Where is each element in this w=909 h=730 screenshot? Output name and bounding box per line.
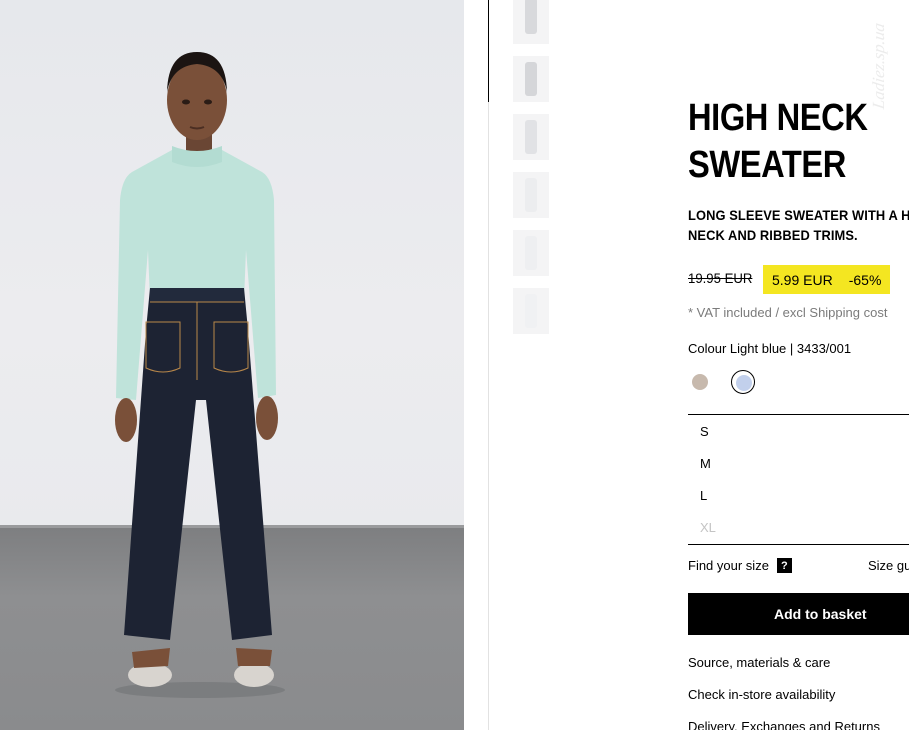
size-guide-link[interactable]: Size gu bbox=[868, 558, 909, 573]
watermark: Ladiez.sp.ua bbox=[869, 6, 904, 126]
thumbnail-4[interactable] bbox=[513, 172, 549, 218]
product-description-line-2: NECK AND RIBBED TRIMS. bbox=[688, 227, 858, 243]
price-row: 19.95 EUR 5.99 EUR -65% bbox=[688, 265, 909, 294]
thumbnail-2[interactable] bbox=[513, 56, 549, 102]
thumbnail-figure bbox=[525, 120, 537, 154]
add-to-basket-button[interactable]: Add to basket bbox=[688, 593, 909, 635]
product-title-line-2: SWEATER bbox=[688, 144, 846, 186]
product-photo[interactable] bbox=[0, 0, 464, 730]
swatch-dot bbox=[692, 374, 708, 390]
sale-price-badge: 5.99 EUR -65% bbox=[763, 265, 891, 294]
product-description-line-1: LONG SLEEVE SWEATER WITH A HI bbox=[688, 207, 909, 223]
size-option-l[interactable]: L bbox=[700, 488, 707, 503]
thumbnail-figure bbox=[525, 294, 537, 328]
thumbnail-3[interactable] bbox=[513, 114, 549, 160]
gallery-scroll-indicator bbox=[488, 0, 489, 102]
watermark-text: Ladiez.sp.ua bbox=[868, 21, 888, 111]
source-materials-care-link[interactable]: Source, materials & care bbox=[688, 655, 830, 670]
swatch-beige[interactable] bbox=[688, 370, 712, 394]
thumbnail-1[interactable] bbox=[513, 0, 549, 44]
product-title: HIGH NECK SWEATER bbox=[688, 95, 894, 189]
gallery-divider bbox=[488, 102, 489, 730]
discount-percent: -65% bbox=[848, 271, 882, 288]
colour-info: Colour Light blue | 3433/001 bbox=[688, 341, 852, 356]
vat-note: * VAT included / excl Shipping cost bbox=[688, 305, 888, 320]
thumbnail-figure bbox=[525, 178, 537, 212]
delivery-exchanges-returns-link[interactable]: Delivery, Exchanges and Returns bbox=[688, 719, 880, 730]
check-in-store-availability-link[interactable]: Check in-store availability bbox=[688, 687, 835, 702]
product-title-line-1: HIGH NECK bbox=[688, 97, 868, 139]
size-option-m[interactable]: M bbox=[700, 456, 711, 471]
find-your-size-label: Find your size bbox=[688, 558, 769, 573]
product-description: LONG SLEEVE SWEATER WITH A HI NECK AND R… bbox=[688, 205, 909, 245]
size-option-s[interactable]: S bbox=[700, 424, 709, 439]
old-price: 19.95 EUR bbox=[688, 270, 753, 286]
size-list-top-border bbox=[688, 414, 909, 415]
thumbnail-5[interactable] bbox=[513, 230, 549, 276]
sale-price: 5.99 EUR bbox=[772, 271, 833, 288]
size-list-bottom-border bbox=[688, 544, 909, 545]
thumbnail-figure bbox=[525, 0, 537, 34]
swatch-dot bbox=[736, 375, 752, 391]
model-illustration bbox=[115, 52, 285, 698]
thumbnail-figure bbox=[525, 62, 537, 96]
product-info-panel: HIGH NECK SWEATER LONG SLEEVE SWEATER WI… bbox=[688, 0, 909, 730]
question-icon: ? bbox=[776, 558, 792, 573]
thumbnail-6[interactable] bbox=[513, 288, 549, 334]
thumbnail-figure bbox=[525, 236, 537, 270]
size-option-xl: XL bbox=[700, 520, 716, 535]
find-your-size-link[interactable]: Find your size ? bbox=[688, 558, 792, 573]
swatch-light-blue[interactable] bbox=[731, 370, 755, 394]
